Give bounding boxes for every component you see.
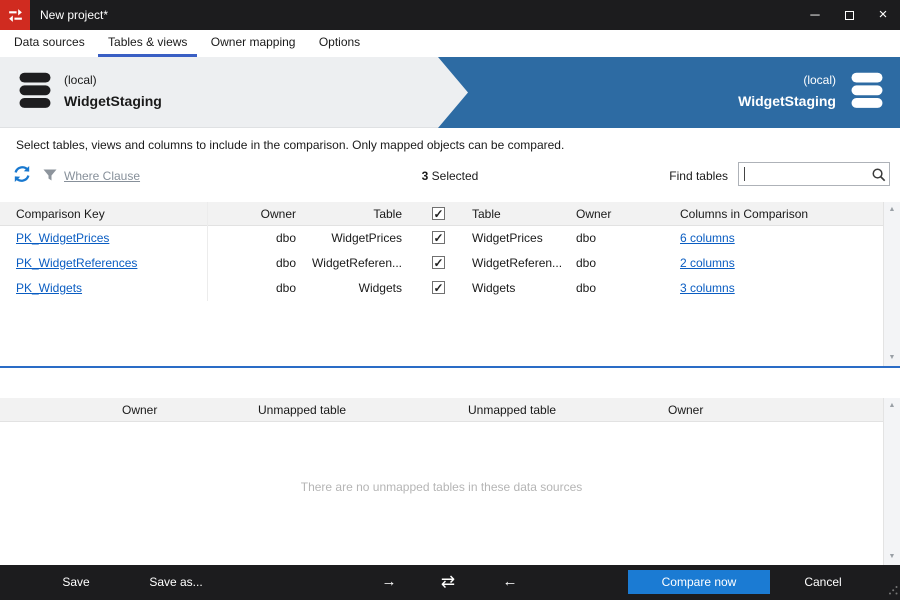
footer-bar: Save Save as... → ⇄ ← Compare now Cancel [0,565,900,600]
scroll-up-button[interactable] [884,398,900,414]
grid-header-row: Comparison Key Owner Table Table Owner C… [0,202,883,226]
window-title: New project* [40,0,108,30]
minimize-button[interactable]: ─ [798,0,832,30]
columns-cell: 2 columns [674,251,883,276]
swap-directions-icon[interactable]: ⇄ [436,565,460,600]
table-right-cell: WidgetPrices [466,226,570,251]
instruction-text: Select tables, views and columns to incl… [16,138,564,152]
header-owner-right[interactable]: Owner [570,202,674,226]
copy-left-arrow-icon[interactable]: ← [498,565,522,600]
app-logo-icon [0,0,30,30]
unmapped-toolbar: 0 tables not mapped Unmap Map [0,368,900,398]
tab-owner-mapping[interactable]: Owner mapping [201,30,306,57]
columns-link[interactable]: 6 columns [680,231,735,245]
owner-right-cell: dbo [570,276,674,301]
resize-grip[interactable] [888,584,898,598]
database-icon-left [18,72,52,113]
row-checkbox-cell [410,251,466,276]
row-checkbox-cell [410,276,466,301]
table-row[interactable]: PK_WidgetReferences dbo WidgetReferen...… [0,251,883,276]
owner-left-cell: dbo [208,251,304,276]
comparison-key-link[interactable]: PK_Widgets [16,281,82,295]
row-checkbox[interactable] [432,231,445,244]
header-unmapped-table-right[interactable]: Unmapped table [468,398,556,422]
unmapped-grid-header: Owner Unmapped table Unmapped table Owne… [0,398,883,422]
selected-label: Selected [428,169,478,183]
save-as-button[interactable]: Save as... [134,565,218,600]
columns-cell: 6 columns [674,226,883,251]
source-server: (local) [64,73,162,87]
columns-link[interactable]: 3 columns [680,281,735,295]
minimize-icon: ─ [810,7,819,22]
row-checkbox[interactable] [432,256,445,269]
header-columns[interactable]: Columns in Comparison [674,202,883,226]
row-checkbox-cell [410,226,466,251]
find-tables-input[interactable] [745,165,865,183]
target-server: (local) [738,73,836,87]
compare-glyph [7,7,24,24]
header-table-left[interactable]: Table [304,202,410,226]
database-icon-right [850,72,884,113]
tab-data-sources[interactable]: Data sources [4,30,95,57]
source-database-name: WidgetStaging [64,93,162,109]
header-select-all [410,202,466,226]
close-button[interactable]: × [866,0,900,30]
table-right-cell: Widgets [466,276,570,301]
comparison-key-cell: PK_Widgets [16,276,208,301]
owner-right-cell: dbo [570,251,674,276]
header-unmapped-owner-right[interactable]: Owner [668,398,703,422]
comparison-key-link[interactable]: PK_WidgetPrices [16,231,109,245]
tab-bar: Data sources Tables & views Owner mappin… [0,30,900,57]
comparison-key-cell: PK_WidgetReferences [16,251,208,276]
target-database-info: (local) WidgetStaging [738,73,836,109]
owner-right-cell: dbo [570,226,674,251]
scroll-down-button[interactable] [884,350,900,366]
select-all-checkbox[interactable] [432,207,445,220]
maximize-icon [845,11,854,20]
table-left-cell: WidgetPrices [304,226,410,251]
table-row[interactable]: PK_Widgets dbo Widgets Widgets dbo 3 col… [0,276,883,301]
app-window: New project* ─ × Data sources Tables & v… [0,0,900,600]
owner-left-cell: dbo [208,226,304,251]
comparison-key-link[interactable]: PK_WidgetReferences [16,256,137,270]
table-right-cell: WidgetReferen... [466,251,570,276]
maximize-button[interactable] [832,0,866,30]
tab-tables-views[interactable]: Tables & views [98,30,197,57]
cancel-button[interactable]: Cancel [786,565,860,600]
unmapped-empty-message: There are no unmapped tables in these da… [0,480,883,494]
comparison-key-cell: PK_WidgetPrices [16,226,208,251]
datasource-banner: (local) WidgetStaging (local) WidgetStag… [0,57,900,128]
scroll-down-button[interactable] [884,549,900,565]
mapped-tables-grid: Comparison Key Owner Table Table Owner C… [0,202,883,301]
header-table-right[interactable]: Table [466,202,570,226]
header-comparison-key[interactable]: Comparison Key [16,202,208,226]
title-bar: New project* ─ × [0,0,900,30]
table-left-cell: WidgetReferen... [304,251,410,276]
columns-cell: 3 columns [674,276,883,301]
header-owner-left[interactable]: Owner [208,202,304,226]
mapped-grid-scrollbar[interactable] [883,202,900,366]
tab-options[interactable]: Options [309,30,370,57]
columns-link[interactable]: 2 columns [680,256,735,270]
owner-left-cell: dbo [208,276,304,301]
row-checkbox[interactable] [432,281,445,294]
table-row[interactable]: PK_WidgetPrices dbo WidgetPrices WidgetP… [0,226,883,251]
copy-right-arrow-icon[interactable]: → [377,565,401,600]
compare-now-button[interactable]: Compare now [628,570,770,594]
search-icon[interactable] [871,167,886,185]
header-unmapped-table-left[interactable]: Unmapped table [258,398,346,422]
save-button[interactable]: Save [40,565,112,600]
scroll-up-button[interactable] [884,202,900,218]
find-tables-label: Find tables [669,169,728,183]
header-unmapped-owner-left[interactable]: Owner [122,398,157,422]
source-database-info: (local) WidgetStaging [64,73,162,109]
target-database-name: WidgetStaging [738,93,836,109]
unmapped-grid-scrollbar[interactable] [883,398,900,565]
table-left-cell: Widgets [304,276,410,301]
close-icon: × [879,6,888,23]
find-tables-searchbox[interactable] [738,162,890,186]
